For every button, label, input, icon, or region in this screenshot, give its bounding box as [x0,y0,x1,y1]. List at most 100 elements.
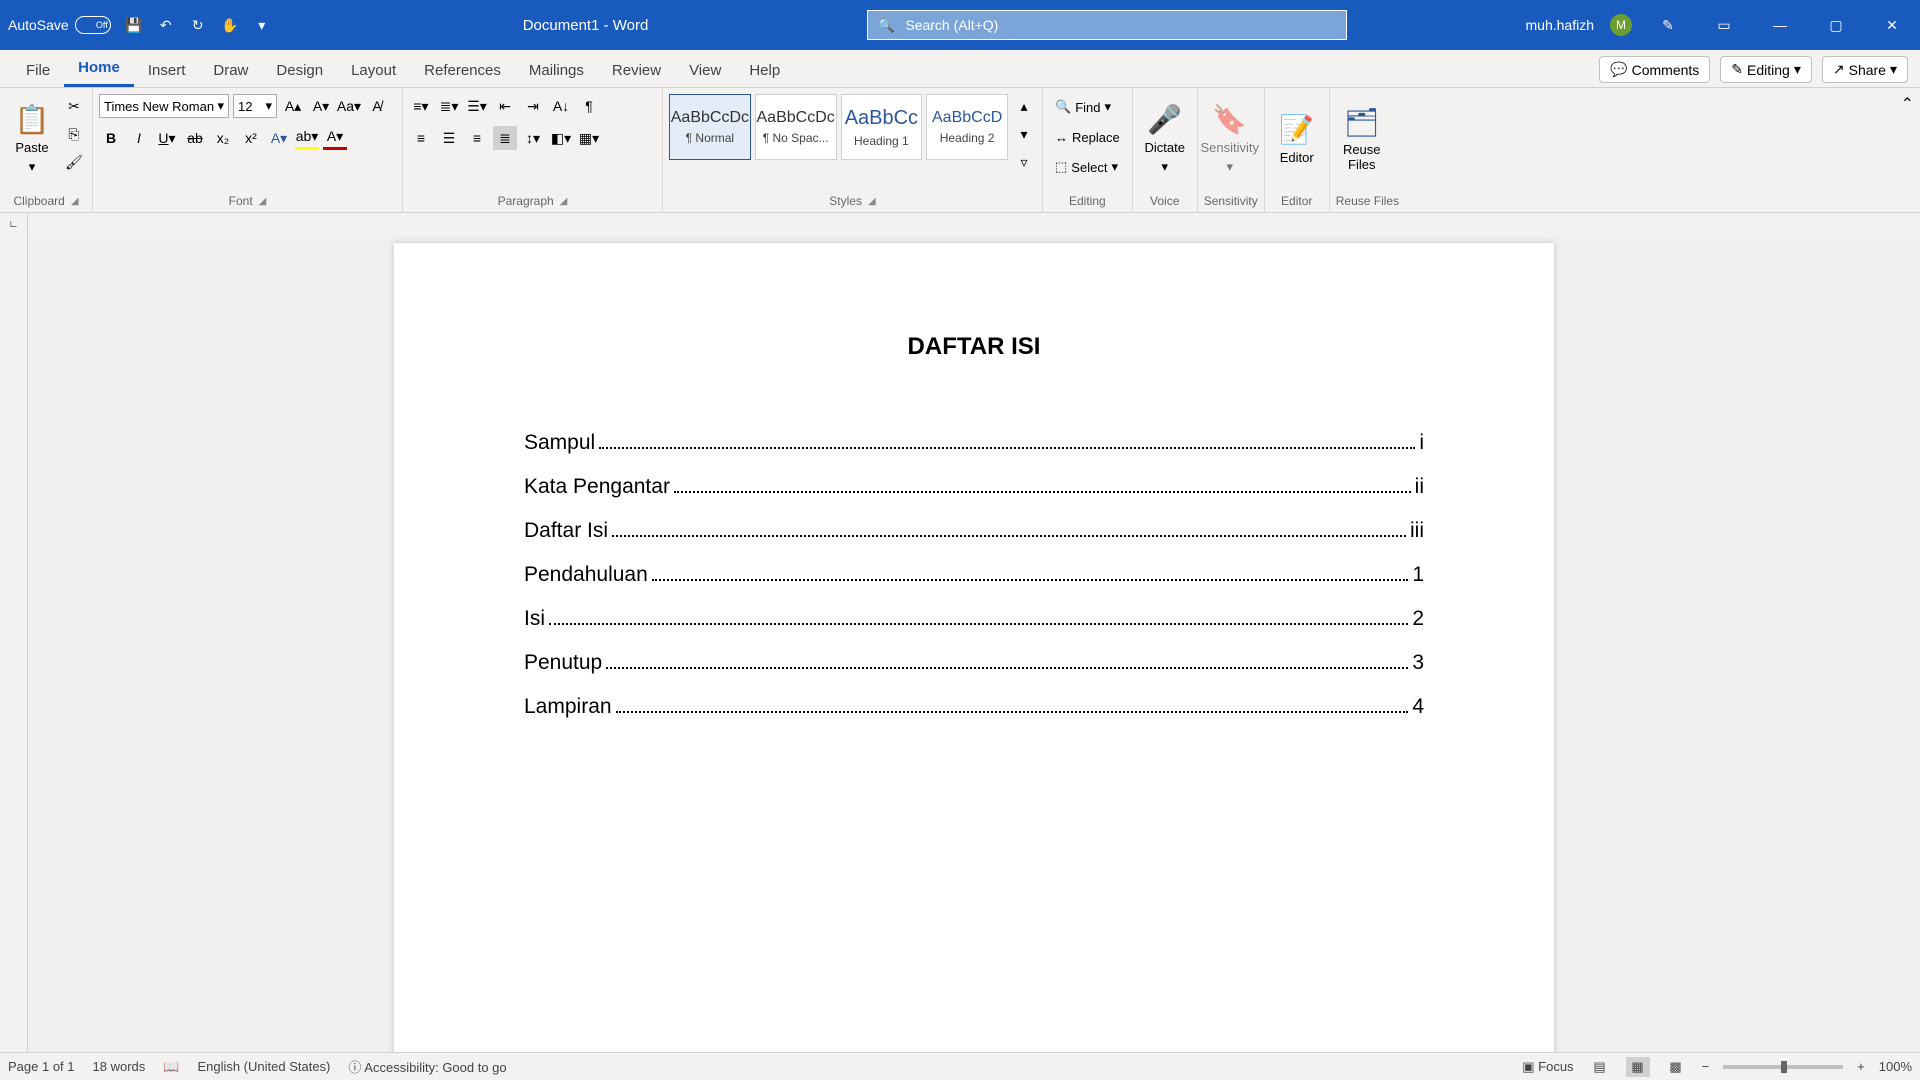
status-accessibility[interactable]: ⓘ Accessibility: Good to go [348,1057,506,1076]
increase-indent-icon[interactable]: ⇥ [521,94,545,118]
font-color-icon[interactable]: A▾ [323,126,347,150]
comments-button[interactable]: 💬 Comments [1599,56,1710,83]
zoom-in-icon[interactable]: + [1857,1059,1865,1074]
toc-line[interactable]: Daftar Isiiii [524,519,1424,543]
ruler-horizontal[interactable]: ∟ [0,213,1920,235]
tab-selector-icon[interactable]: ∟ [0,213,28,235]
styles-more-icon[interactable]: ▿ [1012,150,1036,174]
ruler-vertical[interactable] [0,235,28,1052]
style-heading1[interactable]: AaBbCcHeading 1 [841,94,923,160]
zoom-out-icon[interactable]: − [1702,1059,1710,1074]
username[interactable]: muh.hafizh [1526,17,1594,33]
toc-line[interactable]: Penutup3 [524,651,1424,675]
borders-icon[interactable]: ▦▾ [577,126,601,150]
paste-button[interactable]: 📋Paste▾ [6,94,58,184]
dictate-button[interactable]: 🎤Dictate▾ [1139,94,1191,184]
replace-button[interactable]: ↔ Replace [1049,124,1126,150]
sort-icon[interactable]: A↓ [549,94,573,118]
shading-icon[interactable]: ◧▾ [549,126,573,150]
bold-icon[interactable]: B [99,126,123,150]
tab-help[interactable]: Help [735,54,794,87]
search-box[interactable]: 🔍 Search (Alt+Q) [867,10,1347,40]
align-center-icon[interactable]: ☰ [437,126,461,150]
show-marks-icon[interactable]: ¶ [577,94,601,118]
copy-icon[interactable]: ⎘ [62,122,86,146]
style-heading2[interactable]: AaBbCcDHeading 2 [926,94,1008,160]
status-page[interactable]: Page 1 of 1 [8,1059,75,1074]
document-canvas[interactable]: DAFTAR ISI Sampuli Kata Pengantarii Daftar… [28,235,1920,1052]
align-right-icon[interactable]: ≡ [465,126,489,150]
format-painter-icon[interactable]: 🖌 [62,150,86,174]
toc-line[interactable]: Lampiran4 [524,695,1424,719]
maximize-icon[interactable]: ▢ [1816,5,1856,45]
print-layout-icon[interactable]: ▦ [1626,1057,1650,1077]
style-normal[interactable]: AaBbCcDc¶ Normal [669,94,751,160]
line-spacing-icon[interactable]: ↕▾ [521,126,545,150]
font-name-combo[interactable]: Times New Roman▾ [99,94,229,118]
toc-line[interactable]: Sampuli [524,431,1424,455]
collapse-ribbon-icon[interactable]: ⌃ [1895,88,1920,212]
undo-icon[interactable]: ↶ [155,14,177,36]
tab-draw[interactable]: Draw [199,54,262,87]
tab-view[interactable]: View [675,54,735,87]
strikethrough-icon[interactable]: ab [183,126,207,150]
sensitivity-button[interactable]: 🔖Sensitivity▾ [1204,94,1256,184]
autosave-control[interactable]: AutoSave Off [8,16,111,34]
toc-line[interactable]: Pendahuluan1 [524,563,1424,587]
web-layout-icon[interactable]: ▩ [1664,1057,1688,1077]
ribbon-display-icon[interactable]: ▭ [1704,5,1744,45]
paragraph-launcher-icon[interactable]: ◢ [560,196,568,207]
document-heading[interactable]: DAFTAR ISI [524,333,1424,361]
tab-mailings[interactable]: Mailings [515,54,598,87]
highlight-icon[interactable]: ab▾ [295,126,319,150]
font-size-combo[interactable]: 12▾ [233,94,277,118]
zoom-level[interactable]: 100% [1879,1059,1912,1074]
numbering-icon[interactable]: ≣▾ [437,94,461,118]
touch-mode-icon[interactable]: ✋ [219,14,241,36]
tab-references[interactable]: References [410,54,515,87]
tab-file[interactable]: File [12,54,64,87]
tab-home[interactable]: Home [64,51,134,87]
tab-review[interactable]: Review [598,54,675,87]
find-button[interactable]: 🔍 Find ▾ [1049,94,1117,120]
user-avatar[interactable]: M [1610,14,1632,36]
multilevel-list-icon[interactable]: ☰▾ [465,94,489,118]
font-launcher-icon[interactable]: ◢ [259,196,267,207]
bullets-icon[interactable]: ≡▾ [409,94,433,118]
superscript-icon[interactable]: x² [239,126,263,150]
justify-icon[interactable]: ≣ [493,126,517,150]
clipboard-launcher-icon[interactable]: ◢ [71,196,79,207]
clear-formatting-icon[interactable]: A̸ [365,94,389,118]
qat-more-icon[interactable]: ▾ [251,14,273,36]
status-language[interactable]: English (United States) [197,1059,330,1074]
tab-layout[interactable]: Layout [337,54,410,87]
save-icon[interactable]: 💾 [123,14,145,36]
reuse-files-button[interactable]: 🗂Reuse Files [1336,94,1388,184]
status-words[interactable]: 18 words [93,1059,146,1074]
minimize-icon[interactable]: — [1760,5,1800,45]
change-case-icon[interactable]: Aa▾ [337,94,361,118]
styles-down-icon[interactable]: ▾ [1012,122,1036,146]
editing-mode-button[interactable]: ✎ Editing ▾ [1720,56,1812,83]
styles-launcher-icon[interactable]: ◢ [868,196,876,207]
select-button[interactable]: ⬚ Select ▾ [1049,154,1124,180]
toc-line[interactable]: Kata Pengantarii [524,475,1424,499]
styles-up-icon[interactable]: ▴ [1012,94,1036,118]
shrink-font-icon[interactable]: A▾ [309,94,333,118]
page[interactable]: DAFTAR ISI Sampuli Kata Pengantarii Daftar… [394,243,1554,1052]
subscript-icon[interactable]: x₂ [211,126,235,150]
underline-icon[interactable]: U▾ [155,126,179,150]
table-of-contents[interactable]: Sampuli Kata Pengantarii Daftar Isiiii Pend… [524,431,1424,719]
decrease-indent-icon[interactable]: ⇤ [493,94,517,118]
style-no-spacing[interactable]: AaBbCcDc¶ No Spac... [755,94,837,160]
close-icon[interactable]: ✕ [1872,5,1912,45]
cut-icon[interactable]: ✂ [62,94,86,118]
align-left-icon[interactable]: ≡ [409,126,433,150]
zoom-slider[interactable] [1723,1065,1843,1069]
toc-line[interactable]: Isi2 [524,607,1424,631]
tab-design[interactable]: Design [262,54,337,87]
grow-font-icon[interactable]: A▴ [281,94,305,118]
text-effects-icon[interactable]: A▾ [267,126,291,150]
coming-soon-icon[interactable]: ✎ [1648,5,1688,45]
autosave-toggle[interactable]: Off [75,16,111,34]
